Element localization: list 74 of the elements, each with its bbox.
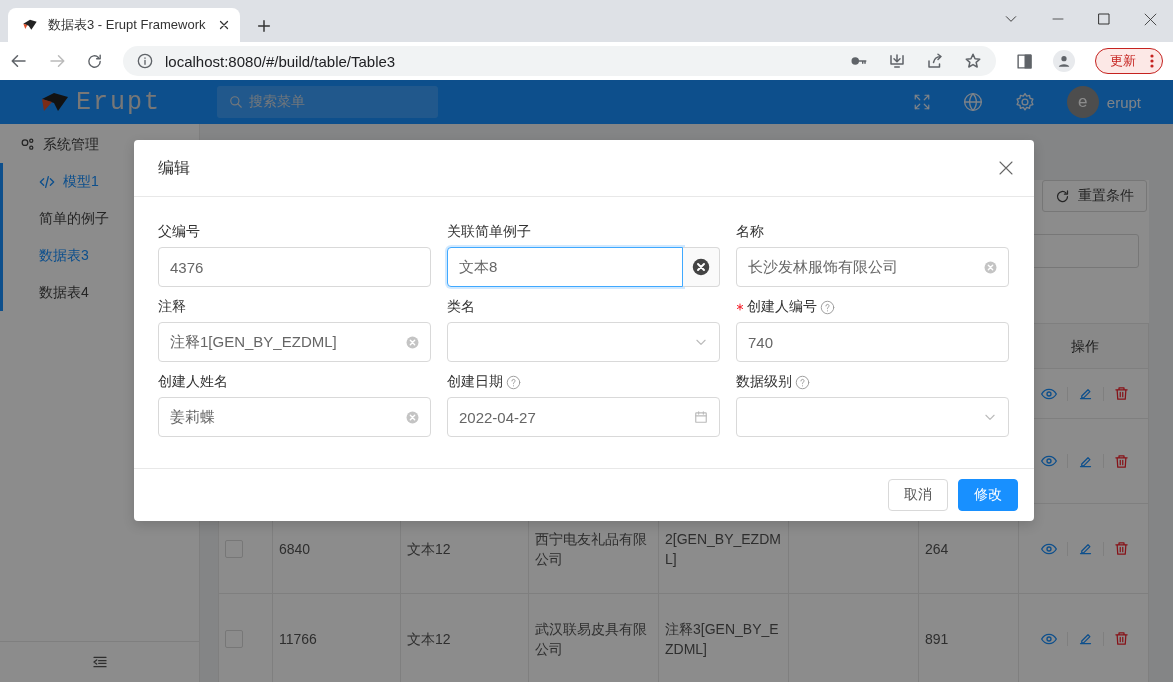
delete-icon[interactable] — [1113, 541, 1129, 556]
reset-icon — [1055, 188, 1070, 204]
edit-icon[interactable] — [1077, 541, 1093, 556]
logo-text: Erupt — [76, 87, 161, 117]
table-cell: 264 — [925, 540, 949, 557]
search-icon — [229, 95, 243, 109]
view-icon[interactable] — [1040, 453, 1057, 469]
field-label: 名称 — [736, 223, 764, 241]
forward-icon[interactable] — [48, 52, 66, 70]
tab-title: 数据表3 - Erupt Framework — [48, 16, 207, 34]
new-tab-icon[interactable] — [256, 18, 272, 34]
field-label: 数据级别 — [736, 373, 792, 391]
clear-icon[interactable] — [692, 258, 710, 276]
input-field[interactable]: 注释1[GEN_BY_EZDML] — [158, 322, 431, 362]
close-icon — [998, 160, 1014, 176]
reload-icon[interactable] — [86, 52, 103, 70]
field-label: 关联简单例子 — [447, 223, 531, 241]
address-bar[interactable]: localhost:8080/#/build/table/Table3 — [123, 46, 996, 76]
table-cell: 注释3[GEN_BY_EZDML] — [665, 620, 779, 657]
table-cell: 11766 — [279, 630, 317, 647]
side-panel-icon[interactable] — [1016, 52, 1033, 70]
maximize-icon[interactable] — [1098, 13, 1110, 25]
info-icon — [137, 53, 153, 69]
select-field[interactable] — [736, 397, 1009, 437]
table-cell: 891 — [925, 630, 949, 647]
select-field[interactable] — [447, 322, 720, 362]
profile-icon[interactable] — [1053, 50, 1075, 72]
submit-button[interactable]: 修改 — [958, 479, 1018, 511]
star-icon[interactable] — [964, 52, 982, 70]
fullscreen-icon[interactable] — [912, 93, 931, 111]
field-label: 注释 — [158, 298, 186, 316]
share-icon[interactable] — [926, 52, 944, 70]
install-icon[interactable] — [888, 52, 906, 70]
date-field[interactable]: 2022-04-27 — [447, 397, 720, 437]
close-button[interactable] — [998, 160, 1014, 176]
back-icon[interactable] — [10, 52, 28, 70]
field-label: 创建日期 — [447, 373, 503, 391]
collapse-icon[interactable] — [91, 654, 108, 670]
close-icon[interactable] — [218, 19, 230, 31]
person-icon — [1057, 54, 1071, 68]
input-field[interactable]: 文本8 — [447, 247, 683, 287]
table-cell: 2[GEN_BY_EZDML] — [665, 530, 781, 567]
table-cell: 6840 — [279, 540, 311, 557]
close-icon[interactable] — [1144, 12, 1157, 26]
cancel-button[interactable]: 取消 — [888, 479, 948, 511]
delete-icon[interactable] — [1113, 631, 1129, 646]
input-field[interactable]: 姜莉蝶 — [158, 397, 431, 437]
input-field[interactable]: 长沙发林服饰有限公司 — [736, 247, 1009, 287]
settings-icon[interactable] — [1014, 92, 1035, 112]
clear-button[interactable] — [683, 247, 720, 287]
reset-button[interactable]: 重置条件 — [1042, 180, 1147, 212]
edit-icon[interactable] — [1077, 631, 1093, 646]
field-label: 类名 — [447, 298, 475, 316]
logo-icon — [40, 91, 70, 113]
table-cell: 西宁电友礼品有限公司 — [535, 530, 647, 567]
table-cell: 文本12 — [407, 630, 451, 647]
table-cell: 武汉联易皮具有限公司 — [535, 620, 647, 657]
input-field[interactable]: 4376 — [158, 247, 431, 287]
column-header: 操作 — [1070, 338, 1099, 354]
dialog-title: 编辑 — [158, 157, 191, 178]
code-icon — [39, 173, 55, 190]
globe-icon[interactable] — [962, 92, 983, 112]
edit-icon[interactable] — [1077, 386, 1093, 401]
update-button[interactable]: 更新 — [1095, 48, 1163, 74]
browser-tab[interactable]: 数据表3 - Erupt Framework — [8, 8, 240, 42]
input-field[interactable]: 740 — [736, 322, 1009, 362]
field-label: 创建人姓名 — [158, 373, 228, 391]
table-cell: 文本12 — [407, 540, 451, 557]
field-label: 父编号 — [158, 223, 200, 241]
kebab-icon — [1150, 54, 1154, 68]
delete-icon[interactable] — [1113, 386, 1129, 401]
delete-icon[interactable] — [1113, 453, 1129, 469]
calendar-icon — [694, 410, 708, 424]
field-label: 创建人编号 — [747, 298, 817, 316]
